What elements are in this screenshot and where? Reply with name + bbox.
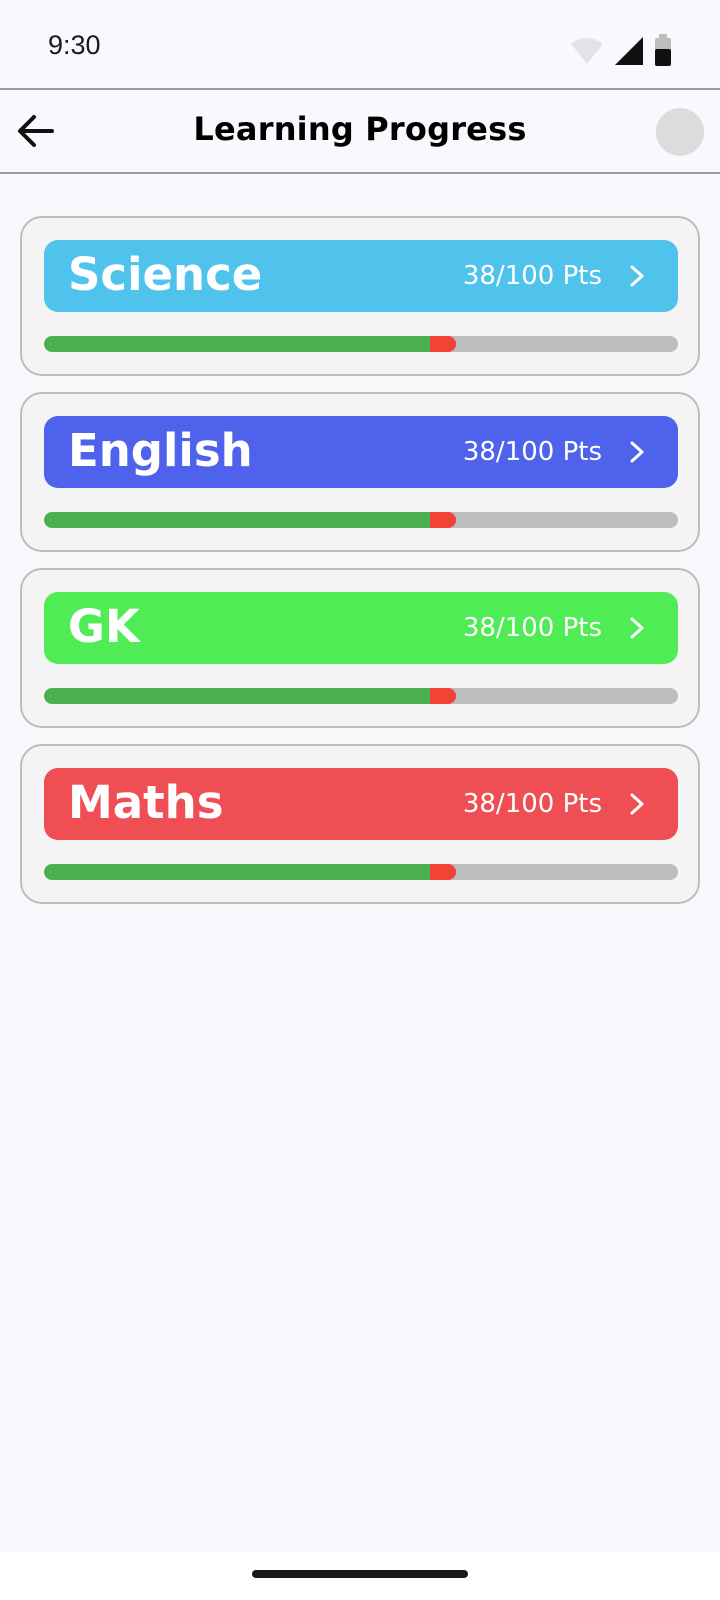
signal-icon [614, 36, 644, 70]
progress-tip [430, 864, 456, 880]
progress-tip [430, 688, 456, 704]
subject-card-maths: Maths 38/100 Pts [20, 744, 700, 904]
progress-tip [430, 512, 456, 528]
subject-header-gk[interactable]: GK 38/100 Pts [44, 592, 678, 664]
system-nav-bar [0, 1552, 720, 1600]
progress-fill [44, 512, 438, 528]
subject-card-science: Science 38/100 Pts [20, 216, 700, 376]
subject-points: 38/100 Pts [462, 613, 602, 643]
subject-header-english[interactable]: English 38/100 Pts [44, 416, 678, 488]
chevron-right-icon [626, 616, 648, 640]
subject-name: Maths [68, 776, 224, 829]
subject-card-gk: GK 38/100 Pts [20, 568, 700, 728]
page-title: Learning Progress [193, 110, 527, 148]
subject-header-maths[interactable]: Maths 38/100 Pts [44, 768, 678, 840]
progress-bar [44, 336, 678, 352]
subject-list: Science 38/100 Pts English 38/100 Pts GK… [20, 216, 700, 920]
subject-header-science[interactable]: Science 38/100 Pts [44, 240, 678, 312]
subject-name: Science [68, 248, 263, 301]
subject-points: 38/100 Pts [462, 261, 602, 291]
progress-bar [44, 688, 678, 704]
subject-name: English [68, 424, 253, 477]
status-icons [570, 34, 672, 70]
home-indicator[interactable] [252, 1570, 468, 1578]
progress-fill [44, 688, 438, 704]
subject-card-english: English 38/100 Pts [20, 392, 700, 552]
progress-fill [44, 864, 438, 880]
chevron-right-icon [626, 792, 648, 816]
wifi-icon [570, 36, 604, 70]
chevron-right-icon [626, 440, 648, 464]
progress-tip [430, 336, 456, 352]
subject-points: 38/100 Pts [462, 437, 602, 467]
progress-fill [44, 336, 438, 352]
progress-bar [44, 512, 678, 528]
subject-name: GK [68, 600, 140, 653]
chevron-right-icon [626, 264, 648, 288]
avatar[interactable] [656, 108, 704, 156]
subject-points: 38/100 Pts [462, 789, 602, 819]
progress-bar [44, 864, 678, 880]
battery-icon [654, 34, 672, 70]
app-bar: Learning Progress [0, 88, 720, 174]
status-bar: 9:30 [0, 0, 720, 88]
status-time: 9:30 [48, 30, 101, 60]
